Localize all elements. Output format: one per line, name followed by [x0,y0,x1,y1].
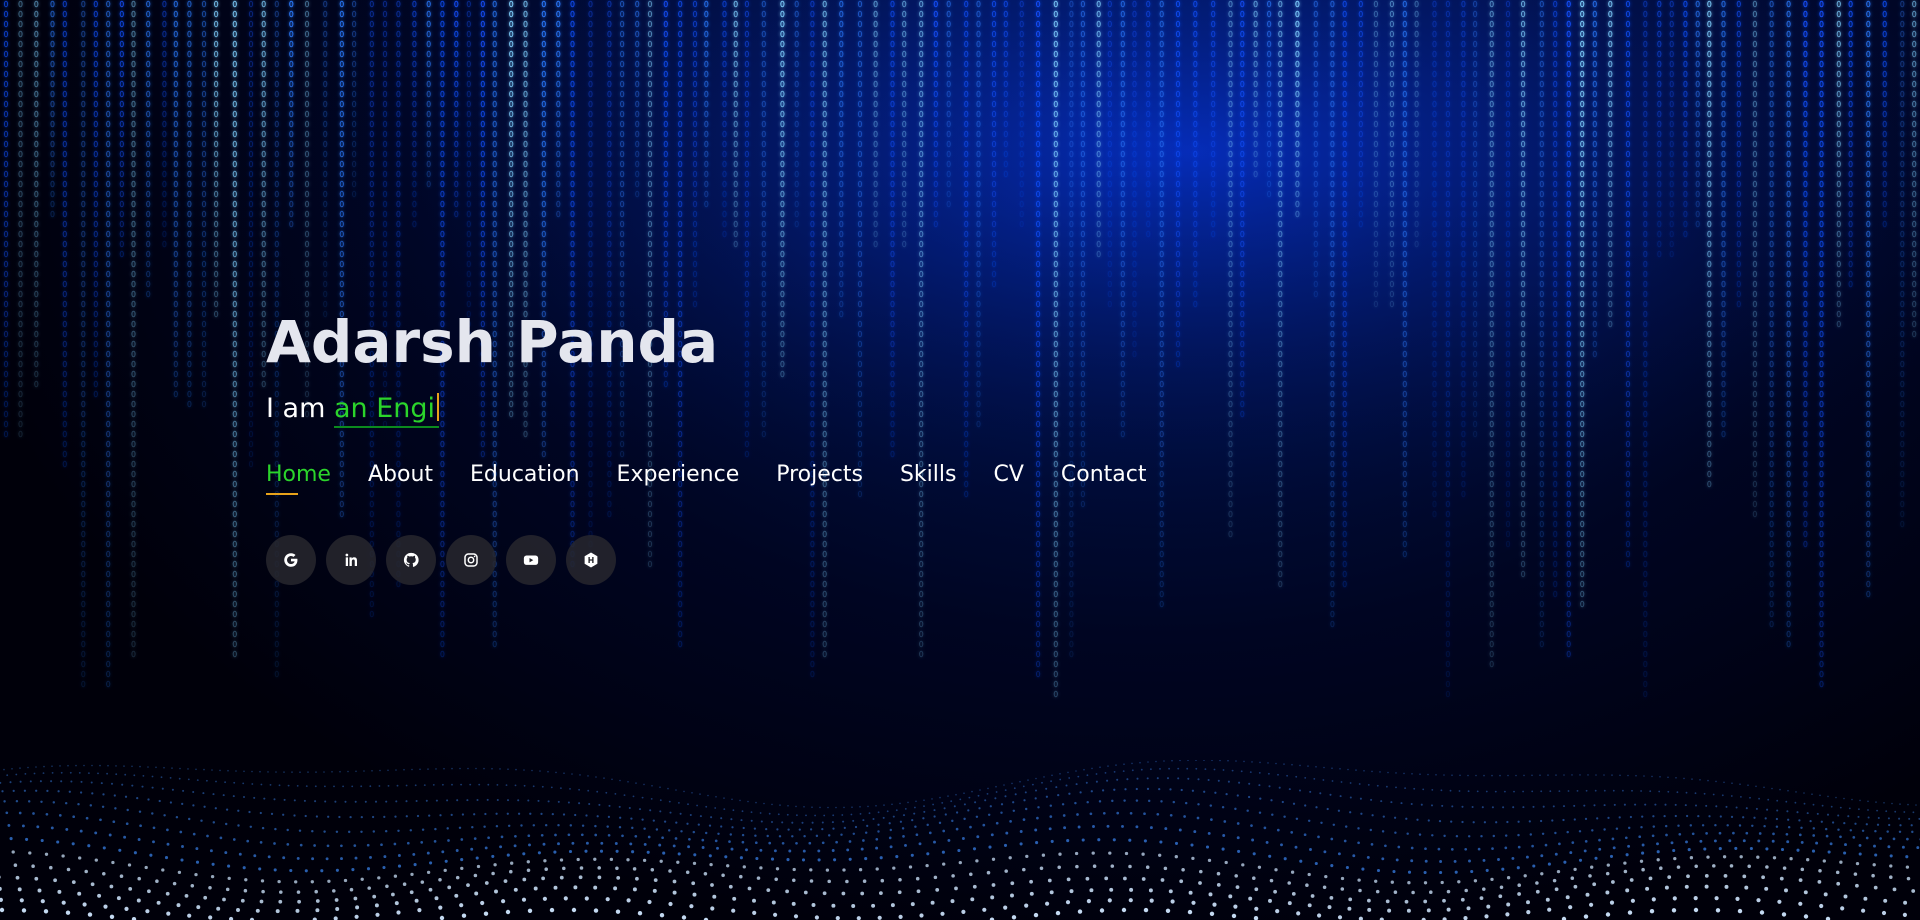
hero-content: Adarsh Panda I am an Engi Home About Edu… [266,300,1184,585]
instagram-link[interactable] [446,535,496,585]
nav-education[interactable]: Education [470,462,580,495]
linkedin-icon [345,553,357,566]
main-nav: Home About Education Experience Projects… [266,462,1184,495]
instagram-icon [464,553,478,567]
typed-text-wrap: an Engi [333,392,440,428]
hero-name: Adarsh Panda [266,308,719,376]
linkedin-link[interactable] [326,535,376,585]
nav-experience[interactable]: Experience [617,462,740,495]
tagline-prefix: I am [266,393,334,424]
github-icon [403,552,419,567]
particle-wave-background [0,760,1920,920]
google-icon [284,553,298,567]
github-link[interactable] [386,535,436,585]
nav-skills[interactable]: Skills [900,462,957,495]
social-links [266,535,1184,585]
nav-contact[interactable]: Contact [1061,462,1147,495]
youtube-link[interactable] [506,535,556,585]
nav-projects[interactable]: Projects [776,462,863,495]
hackerrank-icon [584,552,598,568]
nav-cv[interactable]: CV [993,462,1023,495]
youtube-icon [523,555,539,565]
nav-home[interactable]: Home [266,462,331,495]
hero-tagline: I am an Engi [266,384,1184,434]
typing-cursor [437,393,440,421]
hackerrank-link[interactable] [566,535,616,585]
google-link[interactable] [266,535,316,585]
nav-about[interactable]: About [368,462,433,495]
typed-text: an Engi [333,393,436,424]
hero-section: Adarsh Panda I am an Engi Home About Edu… [0,0,1920,920]
